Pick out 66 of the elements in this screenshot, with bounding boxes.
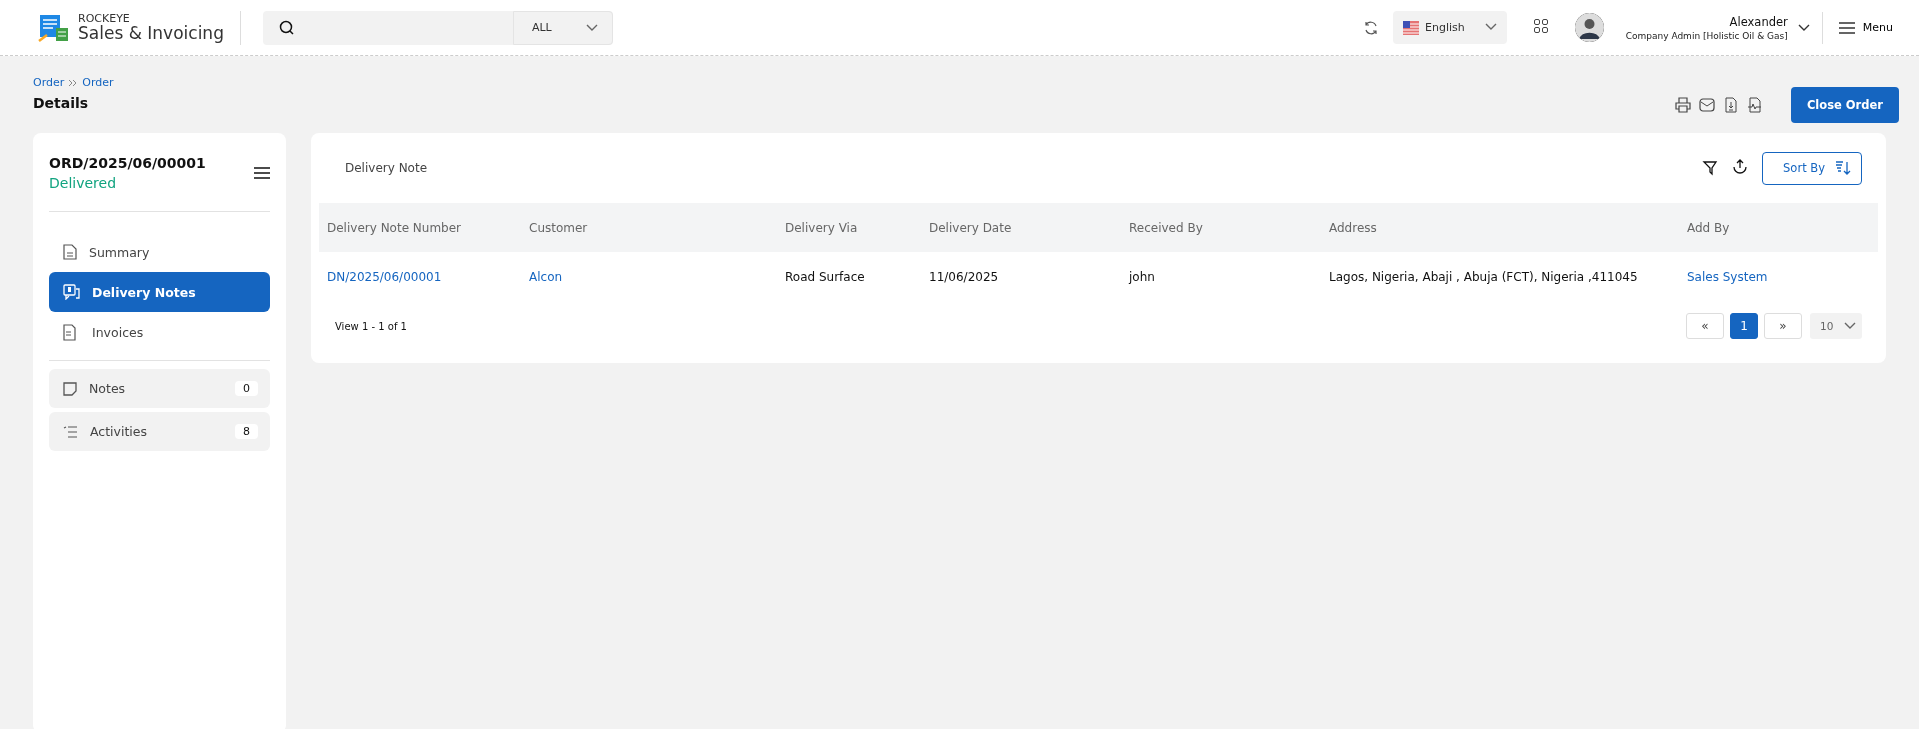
file-download-icon[interactable] xyxy=(1722,96,1739,113)
sidebar-item[interactable]: Invoices xyxy=(49,312,270,352)
sidebar-item[interactable]: Summary xyxy=(49,232,270,272)
avatar-icon[interactable] xyxy=(1574,13,1604,42)
search-field[interactable]: ALL xyxy=(262,10,613,45)
table-cell-text: Road Surface xyxy=(784,268,866,286)
sidebar-item[interactable]: Notes 0 xyxy=(49,369,270,408)
sort-button[interactable]: Sort By xyxy=(1762,151,1862,185)
table-link[interactable]: Alcon xyxy=(521,252,777,301)
scope-dropdown[interactable]: ALL xyxy=(512,10,613,45)
breadcrumb-link[interactable]: Order xyxy=(82,76,114,89)
search-icon xyxy=(278,20,294,35)
order-number: ORD/2025/06/00001 xyxy=(49,155,206,171)
user-name: Alexander xyxy=(1728,14,1788,29)
pagination-summary: View 1 - 1 of 1 xyxy=(335,320,407,332)
column-header: Delivery Date xyxy=(921,203,1121,252)
column-header: Customer xyxy=(521,203,777,252)
printer-icon[interactable] xyxy=(1674,96,1691,113)
list-icon xyxy=(63,425,78,438)
menu-icon xyxy=(1838,21,1855,34)
column-header: Received By xyxy=(1121,203,1321,252)
apps-grid-icon[interactable] xyxy=(1532,17,1549,34)
refresh-icon[interactable] xyxy=(1363,19,1379,36)
chevron-down-icon xyxy=(1797,23,1810,32)
sidebar-item[interactable]: Delivery Notes xyxy=(49,272,270,312)
breadcrumb-link[interactable]: Order xyxy=(33,76,65,89)
card-title: Delivery Note xyxy=(345,161,428,175)
app-title: Sales & Invoicing xyxy=(78,23,224,43)
table-link[interactable]: Sales System xyxy=(1679,252,1878,301)
chevron-down-icon xyxy=(585,23,598,32)
count-badge: 0 xyxy=(235,381,258,396)
brand-subtitle: ROCKEYE xyxy=(78,12,131,24)
file-pulse-icon[interactable] xyxy=(1746,96,1763,113)
previous-page-button[interactable]: « xyxy=(1686,313,1724,339)
column-header: Delivery Via xyxy=(777,203,921,252)
upload-icon[interactable] xyxy=(1732,158,1749,174)
column-header: Add By xyxy=(1679,203,1878,252)
chevron-down-icon xyxy=(1484,23,1497,31)
user-role: Company Admin [Holistic Oil & Gas] xyxy=(1625,30,1788,41)
close-order-button[interactable]: Close Order xyxy=(1790,86,1899,123)
page-size-dropdown[interactable]: 10 xyxy=(1810,313,1862,339)
invoice-calculator-logo-icon xyxy=(38,12,70,43)
table-cell-text: Lagos, Nigeria, Abaji , Abuja (FCT), Nigeria ,411045 xyxy=(1328,268,1639,286)
flag-icon xyxy=(1403,20,1419,35)
mail-icon[interactable] xyxy=(1698,96,1715,113)
chevron-down-icon xyxy=(1844,322,1856,330)
chevron-right-icon xyxy=(68,78,79,87)
count-badge: 8 xyxy=(235,424,258,439)
sort-icon xyxy=(1835,160,1851,176)
filter-icon[interactable] xyxy=(1702,160,1719,176)
menu-button[interactable]: Menu xyxy=(1821,11,1899,44)
table-cell-text: john xyxy=(1127,268,1156,286)
order-status: Delivered xyxy=(49,175,118,191)
column-header: Delivery Note Number xyxy=(319,203,521,252)
column-header: Address xyxy=(1321,203,1679,252)
table-cell-text: 11/06/2025 xyxy=(928,268,1000,286)
document-icon xyxy=(63,244,77,260)
note-icon xyxy=(63,381,77,396)
table-link[interactable]: DN/2025/06/00001 xyxy=(319,252,521,301)
menu-icon[interactable] xyxy=(254,167,270,179)
sidebar-item[interactable]: Activities 8 xyxy=(49,412,270,451)
next-page-button[interactable]: » xyxy=(1764,313,1802,339)
page-button[interactable]: 1 xyxy=(1730,313,1758,339)
page-title: Details xyxy=(33,95,90,111)
chat-document-icon xyxy=(63,284,80,300)
language-dropdown[interactable]: English xyxy=(1393,11,1507,44)
